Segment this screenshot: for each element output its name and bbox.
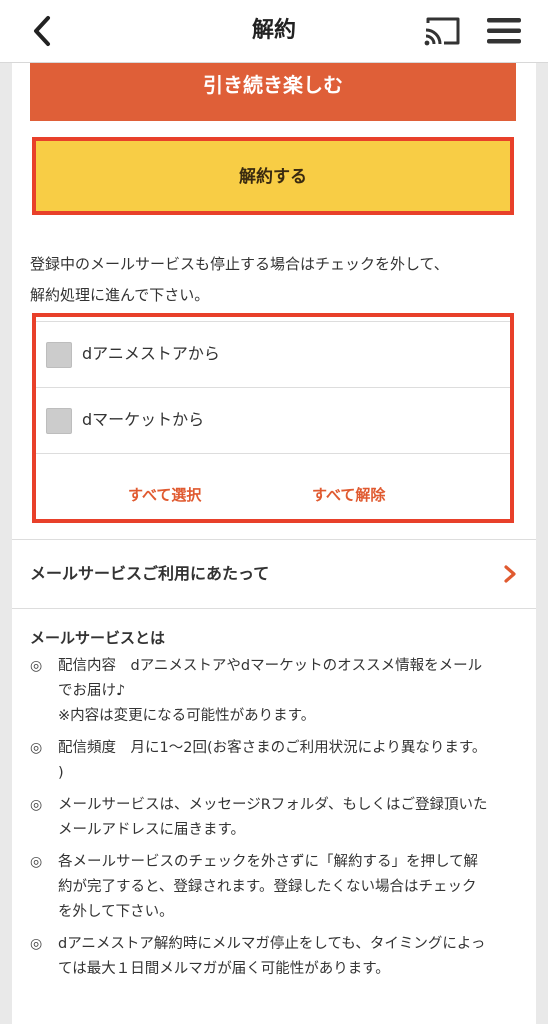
info-line: 各メールサービスのチェックを外さずに「解約する」を押して解	[58, 854, 479, 870]
menu-button[interactable]	[485, 14, 523, 48]
mail-option-label: dマーケットから	[82, 410, 205, 429]
mail-option-label: dアニメストアから	[82, 344, 220, 363]
cast-button[interactable]	[422, 14, 462, 48]
info-line: でお届け♪	[58, 683, 126, 699]
info-item: ◎ 配信内容 dアニメストアやdマーケットのオススメ情報をメール でお届け♪ ※…	[30, 654, 526, 729]
info-line: )	[58, 765, 64, 781]
clear-all-button[interactable]: すべて解除	[312, 484, 385, 505]
mail-service-options: dアニメストアから dマーケットから すべて選択 すべて解除	[32, 313, 514, 523]
chevron-left-icon	[34, 16, 50, 46]
info-line: 約が完了すると、登録されます。登録したくない場合はチェック	[58, 879, 477, 895]
chevron-right-icon	[504, 565, 516, 583]
bulk-actions: すべて選択 すべて解除	[36, 453, 510, 520]
app-header: 解約	[0, 0, 548, 63]
info-line: を外して下さい。	[58, 904, 174, 920]
select-all-button[interactable]: すべて選択	[128, 484, 201, 505]
cancel-subscription-button[interactable]: 解約する	[32, 137, 514, 215]
hamburger-menu-icon	[487, 18, 521, 44]
info-line: メールアドレスに届きます。	[58, 822, 246, 838]
mail-option-danime[interactable]: dアニメストアから	[36, 321, 510, 386]
info-item: ◎ dアニメストア解約時にメルマガ停止をしても、タイミングによっ ては最大１日間…	[30, 932, 526, 982]
info-line: ※内容は変更になる可能性があります。	[58, 708, 316, 724]
info-line: dアニメストア解約時にメルマガ停止をしても、タイミングによっ	[58, 936, 486, 952]
info-item: ◎ 配信頻度 月に1〜2回(お客さまのご利用状況により異なります。 )	[30, 736, 526, 786]
bullet-icon: ◎	[30, 936, 43, 952]
dmarket-checkbox[interactable]	[46, 408, 72, 434]
cast-icon	[424, 17, 460, 46]
info-line: 配信頻度 月に1〜2回(お客さまのご利用状況により異なります。	[58, 740, 487, 756]
info-line: ては最大１日間メルマガが届く可能性があります。	[58, 961, 390, 977]
mail-service-info: メールサービスとは ◎ 配信内容 dアニメストアやdマーケットのオススメ情報をメ…	[30, 621, 526, 989]
info-item: ◎ メールサービスは、メッセージRフォルダ、もしくはご登録頂いた メールアドレス…	[30, 793, 526, 843]
info-line: 配信内容 dアニメストアやdマーケットのオススメ情報をメール	[58, 658, 483, 674]
info-heading: メールサービスとは	[30, 629, 166, 647]
continue-button[interactable]: 引き続き楽しむ	[30, 63, 516, 121]
main-content: 引き続き楽しむ 解約する 登録中のメールサービスも停止する場合はチェックを外して…	[12, 63, 536, 1024]
back-button[interactable]	[28, 14, 58, 48]
mail-service-terms-link[interactable]: メールサービスご利用にあたって	[12, 539, 536, 609]
bullet-icon: ◎	[30, 658, 43, 674]
danime-checkbox[interactable]	[46, 342, 72, 368]
info-item: ◎ 各メールサービスのチェックを外さずに「解約する」を押して解 約が完了すると、…	[30, 850, 526, 925]
page-title: 解約	[251, 18, 296, 43]
mail-notice: 登録中のメールサービスも停止する場合はチェックを外して、 解約処理に進んで下さい…	[30, 249, 520, 311]
bullet-icon: ◎	[30, 797, 43, 813]
info-line: メールサービスは、メッセージRフォルダ、もしくはご登録頂いた	[58, 797, 488, 813]
link-label: メールサービスご利用にあたって	[30, 564, 270, 583]
notice-line: 解約処理に進んで下さい。	[30, 286, 210, 304]
bullet-icon: ◎	[30, 854, 43, 870]
notice-line: 登録中のメールサービスも停止する場合はチェックを外して、	[30, 255, 449, 273]
mail-option-dmarket[interactable]: dマーケットから	[36, 387, 510, 452]
bullet-icon: ◎	[30, 740, 43, 756]
